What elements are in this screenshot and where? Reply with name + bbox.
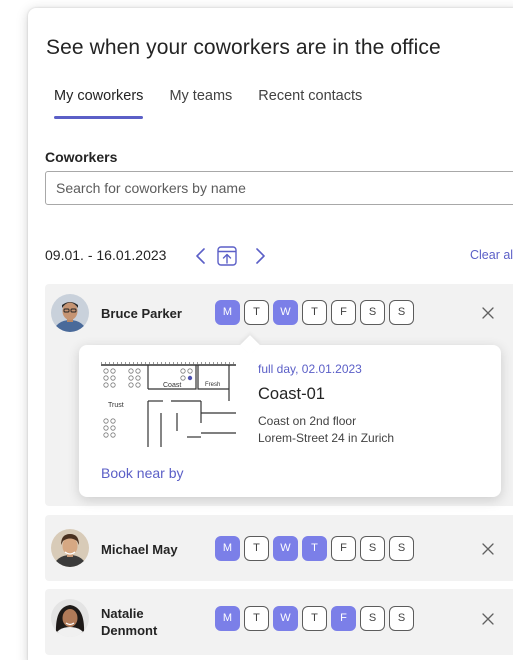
- desk-location-address: Lorem-Street 24 in Zurich: [258, 431, 395, 445]
- day-tuesday-toggle[interactable]: T: [244, 300, 269, 325]
- coworker-name: Michael May: [101, 542, 178, 557]
- close-icon[interactable]: [480, 541, 496, 557]
- avatar: [51, 294, 89, 332]
- coworkers-field-label: Coworkers: [45, 149, 118, 165]
- map-label-coast: Coast: [163, 382, 181, 389]
- chevron-right-icon[interactable]: [250, 244, 270, 268]
- clear-all-link[interactable]: Clear al: [470, 248, 513, 262]
- weekday-selector: M T W T F S S: [215, 536, 414, 561]
- day-sunday-toggle[interactable]: S: [389, 300, 414, 325]
- chevron-left-icon[interactable]: [191, 244, 211, 268]
- day-monday-toggle[interactable]: M: [215, 606, 240, 631]
- desk-name: Coast-01: [258, 385, 325, 403]
- map-label-trust: Trust: [108, 402, 124, 409]
- close-icon[interactable]: [480, 305, 496, 321]
- day-thursday-toggle[interactable]: T: [302, 300, 327, 325]
- tab-bar: My coworkers My teams Recent contacts: [54, 88, 388, 119]
- tab-my-coworkers[interactable]: My coworkers: [54, 88, 144, 119]
- map-label-fresh: Fresh: [205, 382, 220, 388]
- coworker-card: Natalie Denmont M T W T F S S: [45, 589, 513, 655]
- book-near-by-link[interactable]: Book near by: [101, 465, 184, 481]
- calendar-today-icon[interactable]: [215, 244, 239, 268]
- coworker-name: Bruce Parker: [101, 306, 182, 321]
- tab-my-teams[interactable]: My teams: [169, 88, 232, 113]
- day-wednesday-toggle[interactable]: W: [273, 536, 298, 561]
- day-tuesday-toggle[interactable]: T: [244, 606, 269, 631]
- coworker-card: Michael May M T W T F S S: [45, 515, 513, 581]
- day-monday-toggle[interactable]: M: [215, 536, 240, 561]
- day-saturday-toggle[interactable]: S: [360, 606, 385, 631]
- desk-location-floor: Coast on 2nd floor: [258, 414, 357, 428]
- coworker-name: Natalie Denmont: [101, 605, 157, 639]
- day-friday-toggle[interactable]: F: [331, 536, 356, 561]
- day-wednesday-toggle[interactable]: W: [273, 606, 298, 631]
- day-monday-toggle[interactable]: M: [215, 300, 240, 325]
- coworker-search-input[interactable]: [45, 171, 513, 205]
- day-tuesday-toggle[interactable]: T: [244, 536, 269, 561]
- day-saturday-toggle[interactable]: S: [360, 536, 385, 561]
- page-title: See when your coworkers are in the offic…: [46, 36, 441, 59]
- weekday-selector: M T W T F S S: [215, 606, 414, 631]
- day-saturday-toggle[interactable]: S: [360, 300, 385, 325]
- avatar: [51, 529, 89, 567]
- day-wednesday-toggle[interactable]: W: [273, 300, 298, 325]
- weekday-selector: M T W T F S S: [215, 300, 414, 325]
- coworker-first-name: Natalie: [101, 606, 144, 621]
- avatar: [51, 599, 89, 637]
- day-thursday-toggle[interactable]: T: [302, 536, 327, 561]
- booking-date: full day, 02.01.2023: [258, 362, 362, 376]
- week-selector: 09.01. - 16.01.2023 Clear al: [45, 244, 513, 268]
- booking-details-popup: Coast Fresh Trust full day, 02.01.2023 C…: [79, 335, 501, 497]
- day-friday-toggle[interactable]: F: [331, 300, 356, 325]
- coworker-last-name: Denmont: [101, 623, 158, 638]
- close-icon[interactable]: [480, 611, 496, 627]
- day-friday-toggle[interactable]: F: [331, 606, 356, 631]
- day-sunday-toggle[interactable]: S: [389, 536, 414, 561]
- day-thursday-toggle[interactable]: T: [302, 606, 327, 631]
- coworkers-panel: See when your coworkers are in the offic…: [28, 8, 513, 660]
- floor-plan-thumbnail[interactable]: Coast Fresh Trust: [101, 361, 236, 447]
- day-sunday-toggle[interactable]: S: [389, 606, 414, 631]
- tab-recent-contacts[interactable]: Recent contacts: [258, 88, 362, 113]
- week-range: 09.01. - 16.01.2023: [45, 247, 167, 263]
